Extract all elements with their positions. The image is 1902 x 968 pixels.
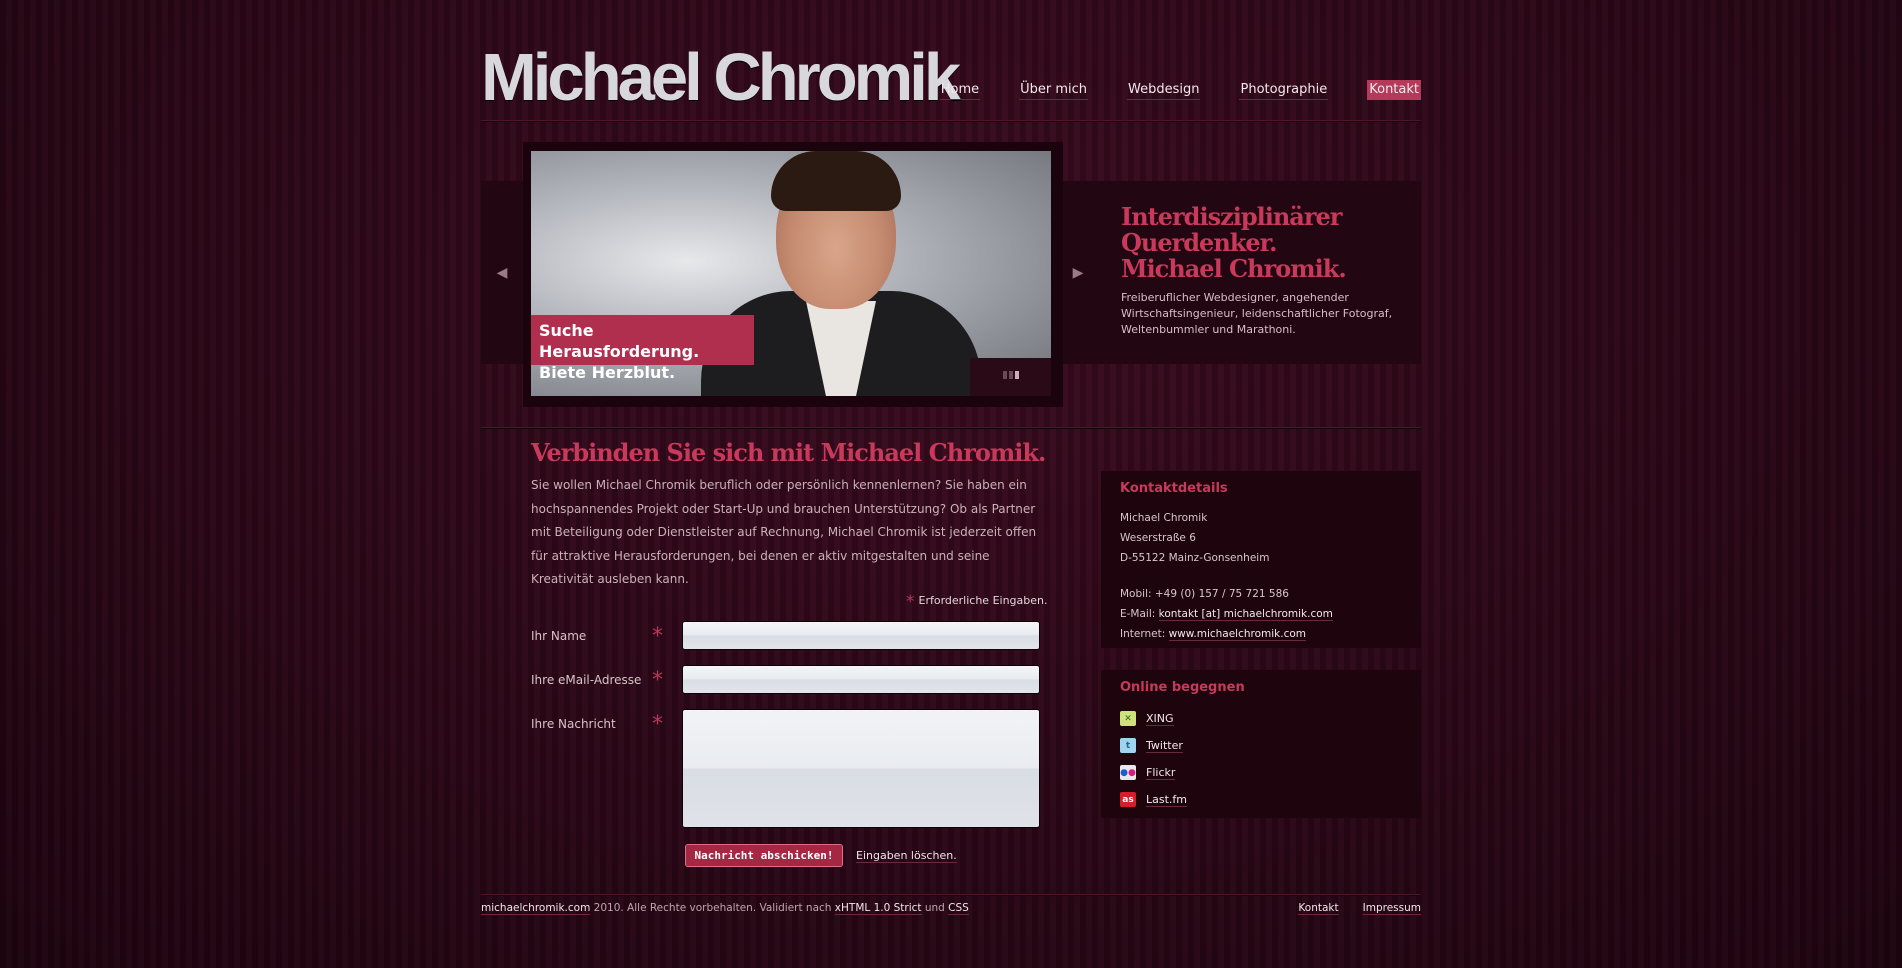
email-label-text: E-Mail:: [1120, 608, 1156, 620]
social-list: ✕ XING t Twitter ● ● Flickr as Last.fm: [1120, 705, 1187, 813]
nav-home[interactable]: Home: [939, 80, 981, 100]
contact-web-link[interactable]: www.michaelchromik.com: [1168, 628, 1307, 641]
required-star-icon: *: [906, 592, 915, 612]
contact-details: Michael Chromik Weserstraße 6 D-55122 Ma…: [1120, 508, 1333, 644]
xing-icon: ✕: [1120, 711, 1136, 726]
email-field[interactable]: [682, 665, 1040, 694]
name-label: Ihr Name: [531, 629, 587, 643]
message-textarea[interactable]: [682, 709, 1040, 828]
portrait-hair: [771, 151, 901, 211]
footer-contact-link[interactable]: Kontakt: [1298, 902, 1339, 915]
tagline: Interdisziplinärer Querdenker. Michael C…: [1121, 204, 1411, 338]
contact-email-row: E-Mail: kontakt [at] michaelchromik.com: [1120, 604, 1333, 624]
footer-site-link[interactable]: michaelchromik.com: [481, 902, 591, 915]
web-label-text: Internet:: [1120, 628, 1166, 640]
contact-mobile: Mobil: +49 (0) 157 / 75 721 586: [1120, 588, 1289, 600]
pager-dot-3[interactable]: [1015, 371, 1019, 379]
online-title: Online begegnen: [1120, 680, 1245, 695]
submit-button[interactable]: Nachricht abschicken!: [685, 844, 843, 867]
contact-spacer: [1120, 568, 1333, 584]
footer-imprint-link[interactable]: Impressum: [1362, 902, 1421, 915]
nav-photography[interactable]: Photographie: [1239, 80, 1329, 100]
required-note: * Erforderliche Eingaben.: [906, 592, 1048, 612]
nav-about[interactable]: Über mich: [1019, 80, 1089, 100]
arrow-left-icon: ◀: [496, 264, 508, 281]
pager-dot-1[interactable]: [1003, 371, 1007, 379]
lastfm-icon: as: [1120, 792, 1136, 807]
intro-text: Sie wollen Michael Chromik beruflich ode…: [531, 478, 1037, 586]
footer-copyright: michaelchromik.com 2010. Alle Rechte vor…: [481, 902, 969, 915]
social-item-twitter[interactable]: t Twitter: [1120, 732, 1187, 759]
tagline-title-line-3: Michael Chromik.: [1121, 254, 1347, 283]
arrow-right-icon: ▶: [1072, 264, 1084, 281]
main-nav: Home Über mich Webdesign Photographie Ko…: [939, 80, 1421, 100]
contact-city: D-55122 Mainz-Gonsenheim: [1120, 552, 1270, 564]
required-note-text: Erforderliche Eingaben.: [918, 594, 1048, 607]
footer-css-link[interactable]: CSS: [948, 902, 969, 915]
footer-xhtml-link[interactable]: xHTML 1.0 Strict: [834, 902, 922, 915]
footer-nav: Kontakt Impressum: [1298, 902, 1421, 915]
contact-web-row: Internet: www.michaelchromik.com: [1120, 624, 1333, 644]
tagline-title-line-2: Querdenker.: [1121, 228, 1277, 257]
reset-link[interactable]: Eingaben löschen.: [856, 849, 957, 863]
slider-prev-button[interactable]: ◀: [481, 181, 523, 364]
message-label: Ihre Nachricht: [531, 717, 616, 731]
slider-next-button[interactable]: ▶: [1057, 181, 1099, 364]
slider-divider: [481, 427, 1421, 429]
caption-line-1: Suche Herausforderung.: [539, 321, 700, 361]
site-logo[interactable]: Michael Chromik: [481, 38, 961, 118]
header-divider: [481, 120, 1421, 122]
nav-contact[interactable]: Kontakt: [1367, 80, 1421, 100]
flickr-icon: ● ●: [1120, 765, 1136, 780]
tagline-text: Freiberuflicher Webdesigner, angehender …: [1121, 291, 1393, 336]
contact-name: Michael Chromik: [1120, 512, 1208, 524]
pager-dot-2[interactable]: [1009, 371, 1013, 379]
twitter-icon: t: [1120, 738, 1136, 753]
contact-street: Weserstraße 6: [1120, 532, 1196, 544]
name-field[interactable]: [682, 621, 1040, 650]
tagline-title: Interdisziplinärer Querdenker. Michael C…: [1121, 204, 1411, 282]
page-title: Verbinden Sie sich mit Michael Chromik.: [531, 438, 1046, 467]
footer-text-1: 2010. Alle Rechte vorbehalten. Validiert…: [590, 902, 835, 914]
social-item-lastfm[interactable]: as Last.fm: [1120, 786, 1187, 813]
message-required-star: *: [652, 712, 663, 737]
contact-details-box: Kontaktdetails Michael Chromik Weserstra…: [1101, 471, 1421, 648]
name-required-star: *: [652, 624, 663, 649]
footer-divider: [481, 894, 1421, 896]
footer-text-2: und: [921, 902, 949, 914]
nav-webdesign[interactable]: Webdesign: [1127, 80, 1201, 100]
slider-caption: Suche Herausforderung. Biete Herzblut.: [531, 315, 754, 382]
social-label-xing[interactable]: XING: [1146, 712, 1174, 726]
contact-details-title: Kontaktdetails: [1120, 481, 1228, 496]
email-label: Ihre eMail-Adresse: [531, 673, 642, 687]
contact-email-link[interactable]: kontakt [at] michaelchromik.com: [1158, 608, 1333, 621]
social-item-xing[interactable]: ✕ XING: [1120, 705, 1187, 732]
social-label-twitter[interactable]: Twitter: [1146, 739, 1183, 753]
slider-pager: [1003, 371, 1019, 379]
tagline-title-line-1: Interdisziplinärer: [1121, 202, 1342, 231]
caption-line-2: Biete Herzblut.: [539, 363, 676, 382]
social-label-flickr[interactable]: Flickr: [1146, 766, 1176, 780]
email-required-star: *: [652, 668, 663, 693]
online-box: Online begegnen ✕ XING t Twitter ● ● Flic…: [1101, 670, 1421, 818]
social-item-flickr[interactable]: ● ● Flickr: [1120, 759, 1187, 786]
social-label-lastfm[interactable]: Last.fm: [1146, 793, 1187, 807]
page-container: Michael Chromik Home Über mich Webdesign…: [481, 0, 1421, 968]
